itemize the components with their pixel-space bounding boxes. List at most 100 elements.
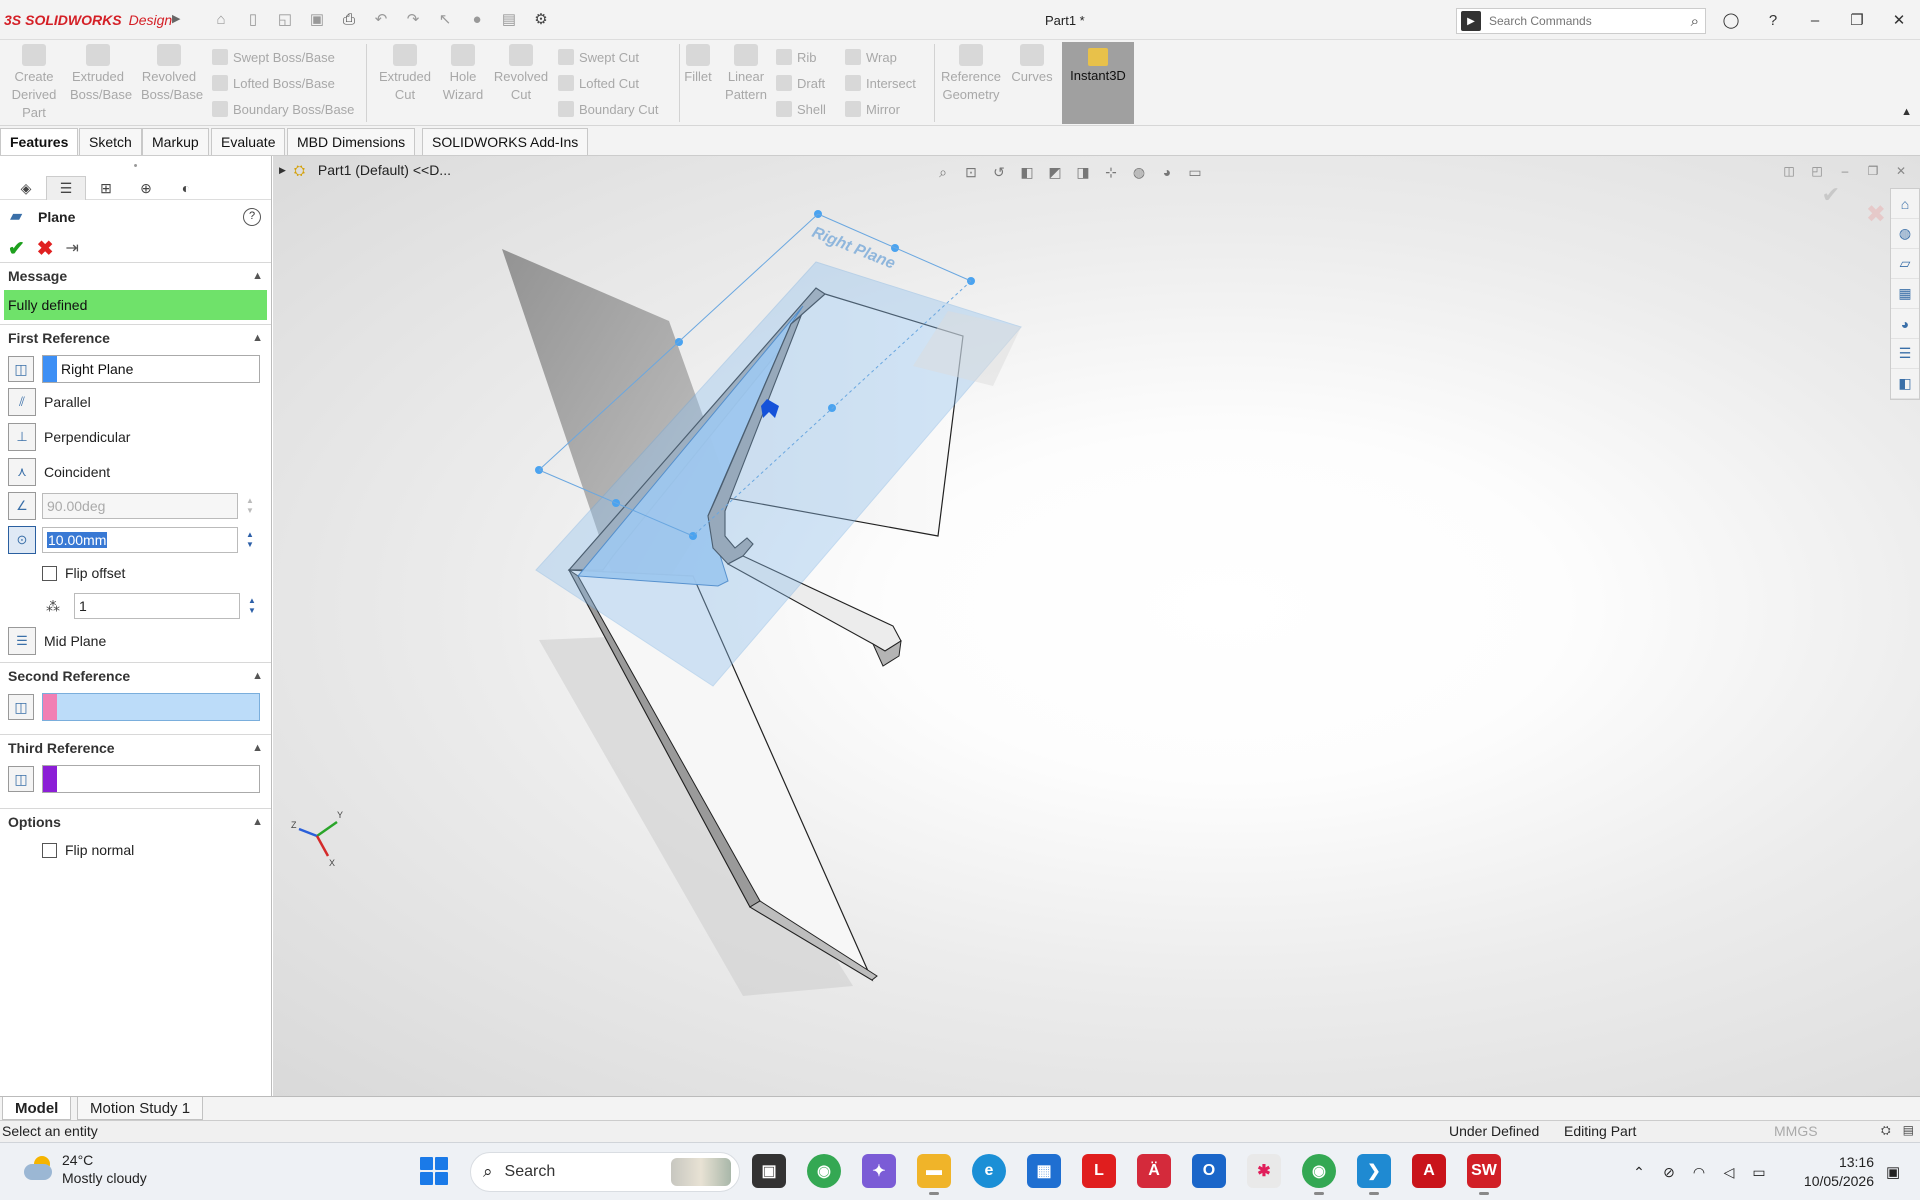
tab-model[interactable]: Model	[2, 1097, 72, 1120]
lofted-cut-button[interactable]: Lofted Cut	[558, 70, 659, 96]
chrome-profile-icon[interactable]: ◉	[1302, 1154, 1336, 1195]
notifications-icon[interactable]: ▣	[1886, 1163, 1908, 1181]
expand-arrow-icon[interactable]: ▶	[279, 165, 286, 176]
confirm-ok-icon[interactable]: ✔	[1822, 182, 1840, 208]
tab-markup[interactable]: Markup	[142, 128, 209, 155]
rebuild-icon[interactable]: ●	[466, 8, 488, 30]
file-explorer-icon[interactable]: ▱	[1891, 249, 1919, 279]
coincident-icon[interactable]: ⋏	[8, 457, 36, 486]
curves-button[interactable]: Curves	[1004, 44, 1060, 86]
undo-icon[interactable]: ↶	[370, 8, 392, 30]
battery-icon[interactable]: ▭	[1744, 1164, 1774, 1181]
feature-manager-tab-icon[interactable]: ◈	[6, 176, 46, 200]
display-style-icon[interactable]: ◨	[1073, 162, 1093, 182]
dimxpert-manager-tab-icon[interactable]: ⊕	[126, 176, 166, 200]
flip-offset-checkbox[interactable]	[42, 565, 57, 581]
home-icon[interactable]: ⌂	[210, 8, 232, 30]
offset-distance-icon[interactable]: ⊙	[8, 526, 36, 554]
save-icon[interactable]: ▣	[306, 8, 328, 30]
chevron-up-icon[interactable]: ▲	[252, 670, 263, 682]
tab-evaluate[interactable]: Evaluate	[211, 128, 286, 155]
search-icon[interactable]: ⌕	[1691, 13, 1699, 30]
file-properties-icon[interactable]: ▤	[498, 8, 520, 30]
draft-button[interactable]: Draft	[776, 70, 826, 96]
display-manager-tab-icon[interactable]: ◐	[166, 176, 206, 200]
swept-boss-button[interactable]: Swept Boss/Base	[212, 44, 354, 70]
windows-start-button[interactable]	[420, 1157, 448, 1185]
panel-grip-icon[interactable]: •	[0, 156, 271, 176]
options-gear-icon[interactable]: ⚙	[530, 8, 552, 30]
flip-normal-row[interactable]: Flip normal	[0, 834, 271, 866]
acrobat-icon[interactable]: A	[1412, 1154, 1446, 1188]
tab-sketch[interactable]: Sketch	[79, 128, 142, 155]
solidworks-logo[interactable]: 3S SOLIDWORKS Design	[4, 10, 172, 30]
chrome-icon[interactable]: ◉	[807, 1154, 841, 1188]
revolved-cut-button[interactable]: Revolved Cut	[493, 44, 549, 104]
flip-offset-row[interactable]: Flip offset	[0, 557, 271, 589]
pin-icon[interactable]: ⇥	[66, 238, 79, 258]
viewport-minimize-icon[interactable]: –	[1836, 162, 1854, 180]
reference-geometry-button[interactable]: Reference Geometry	[936, 44, 1006, 104]
collapse-ribbon-icon[interactable]: ▲	[1901, 106, 1912, 118]
viewport-close-icon[interactable]: ✕	[1892, 162, 1910, 180]
weather-widget[interactable]: 24°C Mostly cloudy	[22, 1151, 147, 1187]
second-reference-field[interactable]	[42, 693, 260, 721]
home-icon[interactable]: ⌂	[1891, 189, 1919, 219]
sync-off-icon[interactable]: ⊘	[1654, 1164, 1684, 1181]
edge-icon[interactable]: e	[972, 1154, 1006, 1188]
outlook-icon[interactable]: O	[1192, 1154, 1226, 1188]
tab-solidworks-add-ins[interactable]: SOLIDWORKS Add-Ins	[422, 128, 589, 155]
boundary-cut-button[interactable]: Boundary Cut	[558, 96, 659, 122]
copilot-icon[interactable]: ✦	[862, 1154, 896, 1188]
second-reference-group-header[interactable]: Second Reference ▲	[0, 662, 271, 688]
offset-spinner[interactable]: ▲ ▼	[242, 527, 258, 553]
message-group-header[interactable]: Message ▲	[0, 262, 271, 288]
configuration-manager-tab-icon[interactable]: ⊞	[86, 176, 126, 200]
boundary-boss-button[interactable]: Boundary Boss/Base	[212, 96, 354, 122]
extruded-cut-button[interactable]: Extruded Cut	[377, 44, 433, 104]
edit-appearance-icon[interactable]: ◍	[1129, 162, 1149, 182]
apply-scene-icon[interactable]: ◕	[1157, 162, 1177, 182]
ok-check-icon[interactable]: ✔	[8, 236, 25, 261]
breadcrumb[interactable]: ▶ ⛭ Part1 (Default) <<D...	[279, 162, 451, 178]
user-account-icon[interactable]: ◯	[1710, 0, 1752, 40]
hide-show-items-icon[interactable]: ⊹	[1101, 162, 1121, 182]
intersect-button[interactable]: Intersect	[845, 70, 916, 96]
chevron-up-icon[interactable]: ⌃	[1624, 1164, 1654, 1181]
print-icon[interactable]: ⎙	[338, 8, 360, 30]
tab-motion-study-1[interactable]: Motion Study 1	[77, 1097, 204, 1120]
volume-icon[interactable]: ◁	[1714, 1164, 1744, 1181]
third-reference-field[interactable]	[42, 765, 260, 793]
solidworks-taskbar-icon[interactable]: SW	[1467, 1154, 1501, 1195]
coincident-constraint[interactable]: ⋏ Coincident	[0, 454, 271, 489]
mirror-button[interactable]: Mirror	[845, 96, 916, 122]
menu-expand-icon[interactable]: ▶	[172, 12, 180, 25]
wrap-button[interactable]: Wrap	[845, 44, 916, 70]
chevron-up-icon[interactable]: ▲	[252, 816, 263, 828]
select-icon[interactable]: ↖	[434, 8, 456, 30]
property-manager-tab-icon[interactable]: ☰	[46, 176, 86, 200]
search-commands-input[interactable]	[1489, 14, 1691, 28]
first-reference-field[interactable]: Right Plane	[42, 355, 260, 383]
taskbar-search[interactable]: ⌕ Search	[470, 1152, 740, 1192]
help-icon[interactable]: ?	[1752, 0, 1794, 40]
angle-input[interactable]: 90.00deg	[42, 493, 238, 519]
pdf-reader-icon[interactable]: Ä	[1137, 1154, 1171, 1188]
viewport-layout-icon[interactable]: ◰	[1808, 162, 1826, 180]
design-library-icon[interactable]: ◍	[1891, 219, 1919, 249]
mid-plane-constraint[interactable]: ☰ Mid Plane	[0, 623, 271, 658]
graphics-area[interactable]: Right Plane Y Z X ▶ ⛭ Part1 (Default) <<…	[273, 156, 1920, 1096]
split-view-icon[interactable]: ◫	[1780, 162, 1798, 180]
flip-normal-checkbox[interactable]	[42, 842, 57, 858]
model-viewport[interactable]: Right Plane Y Z X	[273, 156, 1920, 1096]
lofted-boss-button[interactable]: Lofted Boss/Base	[212, 70, 354, 96]
instances-spinner[interactable]: ▲ ▼	[244, 593, 260, 619]
tab-mbd-dimensions[interactable]: MBD Dimensions	[287, 128, 416, 155]
breadcrumb-text[interactable]: Part1 (Default) <<D...	[318, 162, 451, 178]
redo-icon[interactable]: ↷	[402, 8, 424, 30]
help-icon[interactable]: ?	[243, 208, 261, 226]
instant3d-button[interactable]: Instant3D	[1062, 42, 1134, 124]
file-explorer-icon[interactable]: ▬	[917, 1154, 951, 1195]
wifi-icon[interactable]: ◠	[1684, 1164, 1714, 1181]
viewport-restore-icon[interactable]: ❐	[1864, 162, 1882, 180]
